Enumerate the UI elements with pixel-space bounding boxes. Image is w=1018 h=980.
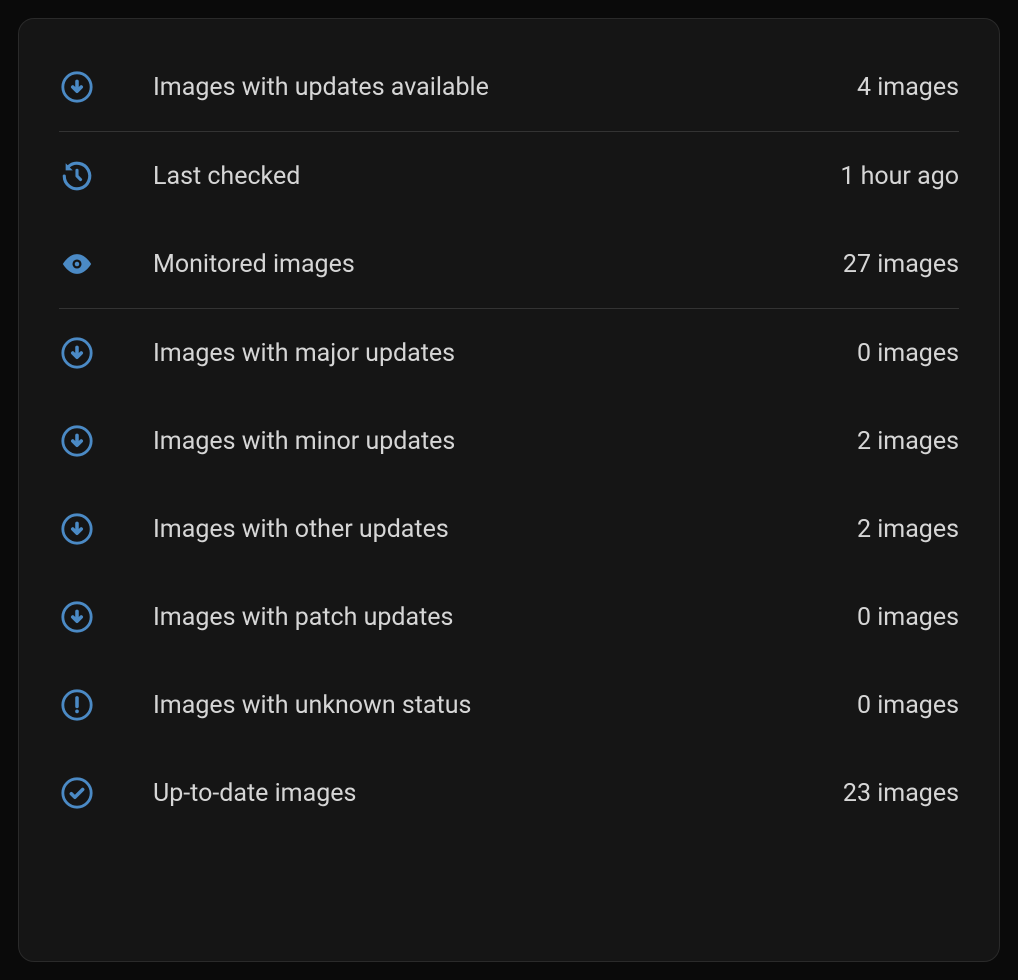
row-value: 1 hour ago [840, 162, 959, 191]
row-minor-updates: Images with minor updates 2 images [59, 397, 959, 485]
download-circle-icon [59, 599, 95, 635]
row-label: Up-to-date images [153, 779, 843, 808]
row-unknown-status: Images with unknown status 0 images [59, 661, 959, 749]
row-up-to-date: Up-to-date images 23 images [59, 749, 959, 837]
row-other-updates: Images with other updates 2 images [59, 485, 959, 573]
row-last-checked: Last checked 1 hour ago [59, 132, 959, 220]
row-value: 0 images [857, 691, 959, 720]
row-label: Images with patch updates [153, 603, 857, 632]
row-value: 4 images [857, 73, 959, 102]
row-monitored: Monitored images 27 images [59, 220, 959, 308]
refresh-clock-icon [59, 158, 95, 194]
row-label: Images with major updates [153, 339, 857, 368]
download-circle-icon [59, 423, 95, 459]
eye-icon [59, 246, 95, 282]
check-circle-icon [59, 775, 95, 811]
row-label: Images with minor updates [153, 427, 857, 456]
row-value: 2 images [857, 427, 959, 456]
download-circle-icon [59, 69, 95, 105]
row-value: 2 images [857, 515, 959, 544]
row-label: Monitored images [153, 250, 843, 279]
download-circle-icon [59, 335, 95, 371]
row-value: 27 images [843, 250, 959, 279]
image-status-card: Images with updates available 4 images L… [18, 18, 1000, 962]
row-value: 23 images [843, 779, 959, 808]
row-label: Last checked [153, 162, 840, 191]
row-patch-updates: Images with patch updates 0 images [59, 573, 959, 661]
row-label: Images with unknown status [153, 691, 857, 720]
download-circle-icon [59, 511, 95, 547]
row-value: 0 images [857, 339, 959, 368]
row-value: 0 images [857, 603, 959, 632]
row-updates-available: Images with updates available 4 images [59, 43, 959, 131]
alert-circle-icon [59, 687, 95, 723]
row-label: Images with other updates [153, 515, 857, 544]
row-major-updates: Images with major updates 0 images [59, 309, 959, 397]
row-label: Images with updates available [153, 73, 857, 102]
